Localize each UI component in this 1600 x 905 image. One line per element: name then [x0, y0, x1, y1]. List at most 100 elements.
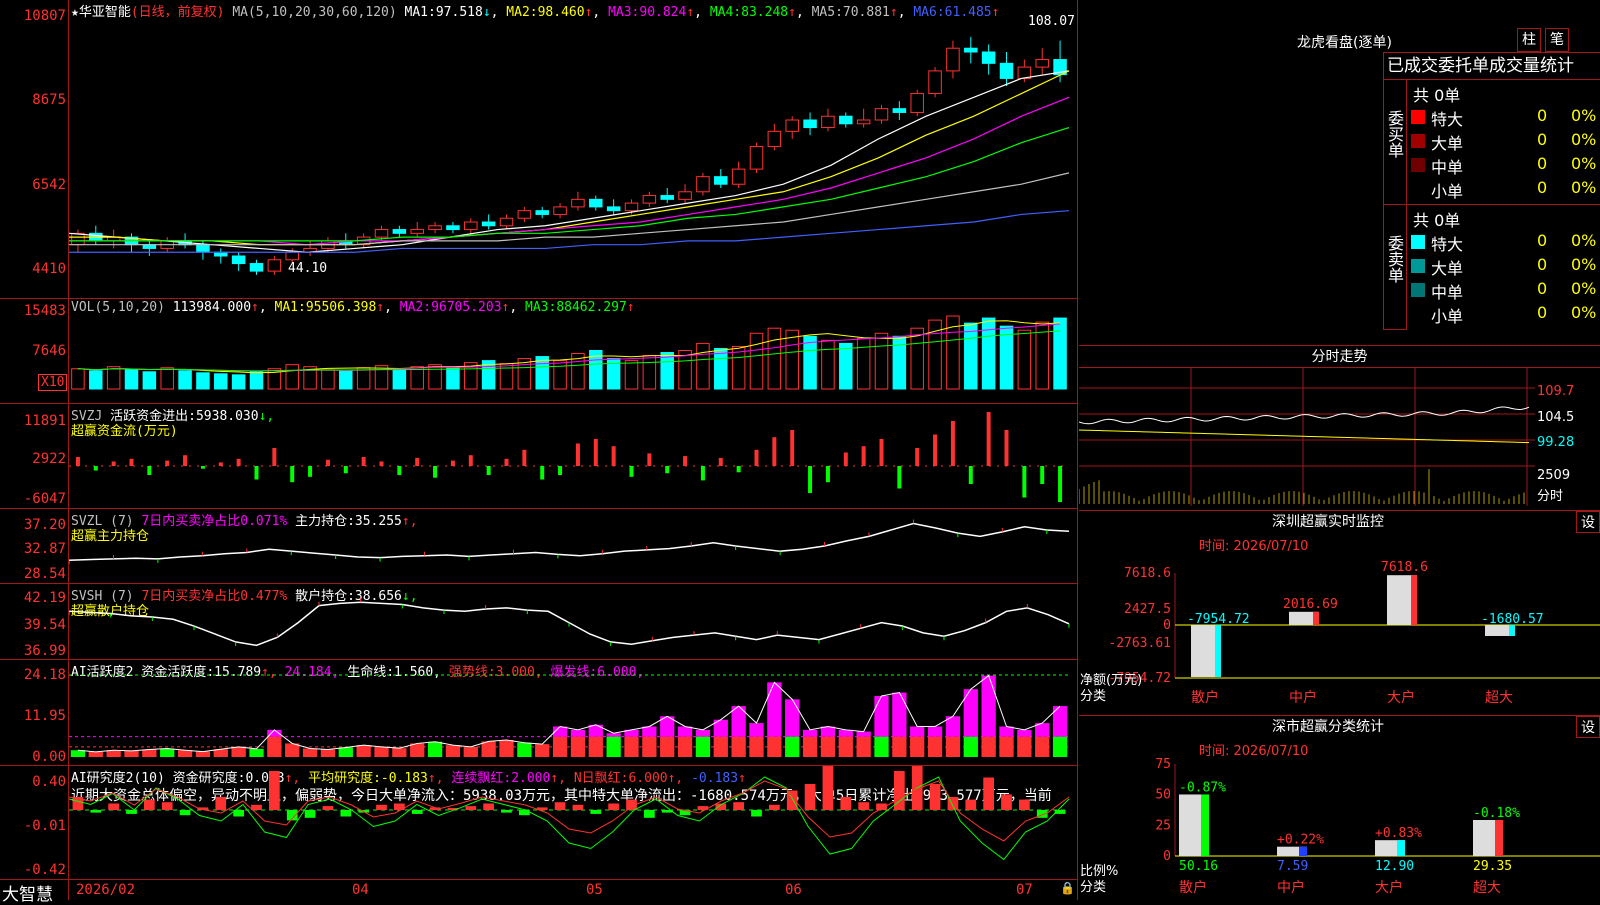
sell-row: 中单 0 0% — [1407, 279, 1600, 302]
vol-ytick: 7646 — [32, 343, 66, 359]
active-bar — [624, 736, 639, 757]
active-bar — [517, 742, 532, 757]
svzl-chart[interactable] — [69, 509, 1077, 583]
candle — [267, 259, 282, 272]
active-bar — [660, 736, 675, 757]
monitor-panel[interactable]: 深圳超赢实时监控 设 时间: 2026/07/10 7618.6 2427.5 0-… — [1079, 510, 1600, 715]
active-bar — [160, 748, 175, 757]
classify-change: -0.87% — [1179, 780, 1226, 795]
ai-chart[interactable] — [69, 660, 1077, 765]
monitor-settings-button[interactable]: 设 — [1576, 511, 1600, 533]
vol-bar — [553, 360, 567, 390]
flow-bar — [254, 466, 259, 480]
research-bar — [983, 777, 994, 810]
svzl-pane[interactable]: SVZL (7) 7日内买卖净占比0.071% 主力持仓:35.255↑, 超赢… — [0, 509, 1078, 583]
flow-bar — [950, 421, 955, 466]
active-bar — [142, 749, 157, 757]
chart-area[interactable]: ★华亚智能(日线，前复权) MA(5,10,20,30,60,120) MA1:… — [0, 0, 1078, 905]
flow-bar — [325, 459, 330, 466]
classify-value: 12.90 — [1375, 859, 1414, 874]
flow-bar — [165, 460, 170, 466]
vol-bar — [874, 332, 889, 390]
flow-bar — [290, 466, 295, 483]
vol-chart[interactable] — [69, 299, 1077, 403]
intraday-chart[interactable] — [1079, 368, 1535, 506]
classify-chart[interactable]: 75 50 25 0 -0.87% 50.16 散户 +0.22% 7.59 中户 +0.83% 12… — [1079, 756, 1600, 901]
monitor-ytick: -2763.61 — [1108, 636, 1171, 651]
flow-bar — [486, 466, 491, 475]
candle — [642, 195, 657, 204]
lock-icon[interactable]: 🔒 — [1060, 881, 1075, 895]
classify-value: 29.35 — [1473, 859, 1512, 874]
kline-chart[interactable] — [69, 0, 1077, 298]
row-percent: 0% — [1571, 154, 1597, 173]
active-bar — [356, 745, 371, 757]
flow-bar — [343, 466, 348, 474]
dragon-title: 龙虎看盘(逐单) — [1297, 35, 1392, 51]
active-bar — [124, 750, 139, 757]
svzj-chart[interactable] — [69, 404, 1077, 508]
svzj-pane[interactable]: SVZJ 活跃资金进出:5938.030↓, 超赢资金流(万元) 11891 2… — [0, 404, 1078, 508]
svsh-pane[interactable]: SVSH (7) 7日内买卖净占比0.477% 散户持仓:38.656↓, 超赢… — [0, 584, 1078, 659]
flow-bar — [504, 458, 509, 466]
active-bar — [392, 748, 407, 757]
active-bar — [767, 682, 782, 737]
candle — [196, 244, 210, 253]
vol-bar — [821, 339, 835, 390]
svsh-chart[interactable] — [69, 584, 1077, 659]
buy-row: 小单 0 0% — [1407, 178, 1600, 201]
avg-line — [1079, 429, 1530, 444]
row-name: 特大 — [1431, 110, 1464, 129]
row-percent: 0% — [1571, 255, 1597, 274]
classify-panel[interactable]: 深市超赢分类统计 设 时间: 2026/07/10 75 50 25 0 -0.87% 5… — [1079, 715, 1600, 900]
research-bar — [411, 810, 423, 814]
candle — [821, 115, 835, 129]
color-swatch — [1411, 110, 1425, 124]
classify-settings-button[interactable]: 设 — [1576, 716, 1600, 738]
tick-mode-button[interactable]: 笔 — [1545, 28, 1569, 52]
x-label: 05 — [586, 882, 603, 898]
sell-row: 小单 0 0% — [1407, 303, 1600, 326]
active-bar — [749, 723, 764, 737]
research-bar — [108, 803, 119, 810]
kline-pane[interactable]: ★华亚智能(日线，前复权) MA(5,10,20,30,60,120) MA1:… — [0, 0, 1078, 298]
candle — [928, 70, 942, 95]
research-bar — [1019, 799, 1030, 810]
research-bar — [804, 784, 816, 810]
research-bar — [322, 806, 334, 810]
research-bar — [965, 799, 977, 810]
intraday-panel[interactable]: 分时走势 109.7 104.5 99.28 2509 分时 — [1079, 345, 1600, 506]
monitor-chart[interactable]: 7618.62427.50-2763.61-7954.72-7954.72散户2… — [1079, 551, 1600, 716]
active-bar — [981, 736, 996, 757]
candle — [446, 225, 460, 231]
research-bar — [840, 797, 852, 810]
buy-row: 中单 0 0% — [1407, 154, 1600, 177]
candle — [731, 168, 746, 185]
logo[interactable]: 大智慧 — [2, 880, 53, 905]
flow-bar — [808, 466, 813, 493]
classify-ytick: 25 — [1155, 818, 1171, 833]
ai-pane[interactable]: AI活跃度2 资金活跃度:15.789↑, 24.184, 生命线:1.560,… — [0, 660, 1078, 765]
active-bar — [981, 675, 996, 737]
ai2-chart[interactable] — [69, 766, 1077, 879]
ai2-pane[interactable]: AI研究度2(10) 资金研究度:0.023↑, 平均研究度:-0.183↑, … — [0, 766, 1078, 879]
dragon-panel: 龙虎看盘(逐单) 柱 笔 已成交委托单成交量统计 委买单 共 0单 特大 0 0% 大… — [1079, 0, 1600, 345]
active-bar — [767, 736, 782, 757]
x-label: 04 — [352, 882, 369, 898]
flow-bar — [772, 437, 777, 466]
candle — [678, 191, 692, 200]
candle — [660, 195, 674, 200]
active-bar — [302, 748, 318, 757]
flow-bar — [558, 466, 563, 475]
vol-pane[interactable]: VOL(5,10,20) 113984.000↑, MA1:95506.398↑… — [0, 299, 1078, 403]
classify-bar-edge — [1495, 819, 1503, 856]
row-value: 0 — [1537, 178, 1548, 197]
vol-bar — [160, 367, 174, 390]
vol-unit-button[interactable]: X10 — [38, 374, 68, 391]
bar-mode-button[interactable]: 柱 — [1517, 28, 1541, 52]
active-bar — [927, 736, 943, 757]
svsh-ytick: 42.19 — [23, 590, 66, 606]
row-percent: 0% — [1571, 130, 1597, 149]
buy-row: 大单 0 0% — [1407, 130, 1600, 153]
row-name: 大单 — [1431, 259, 1464, 278]
